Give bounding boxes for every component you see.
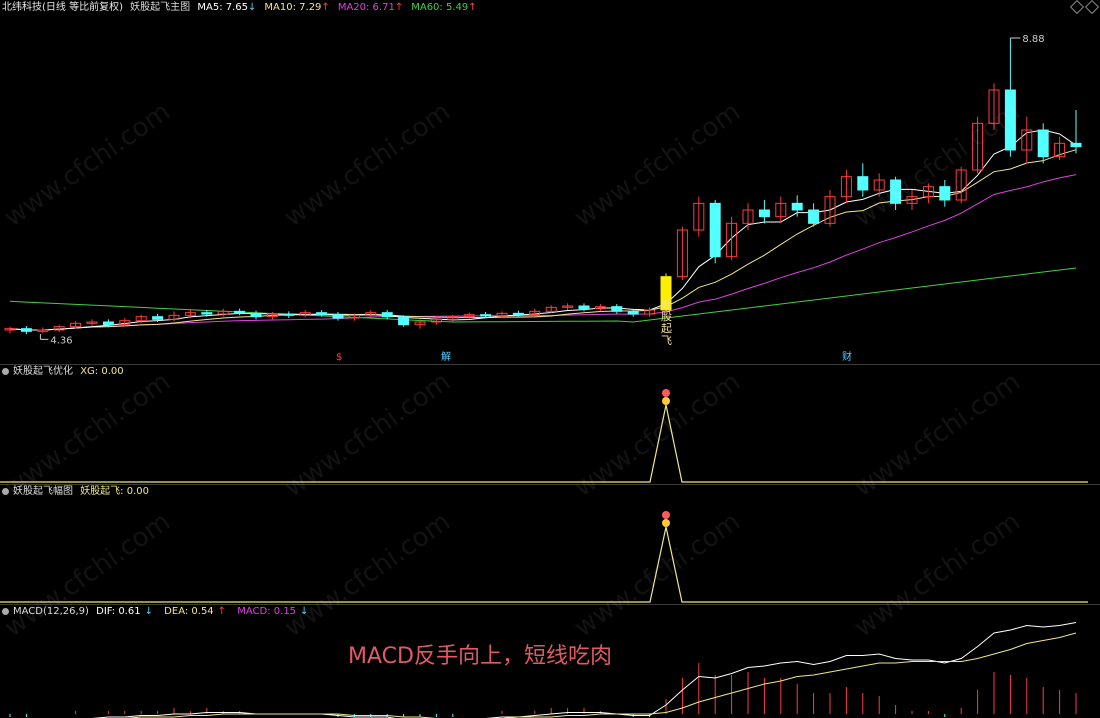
ma10-line (9, 149, 1077, 331)
candle-body (480, 314, 492, 317)
candle-body (578, 305, 590, 310)
signal-dot-icon (662, 389, 670, 397)
candle-body (332, 314, 344, 319)
signal-dot-icon (662, 519, 670, 527)
candle-body (201, 312, 213, 315)
signal-label-char: 飞 (661, 334, 672, 347)
candle-body (1004, 89, 1016, 151)
event-marker: 解 (441, 350, 451, 363)
candle-body (20, 328, 32, 332)
feiyan-signal-line (0, 526, 1088, 603)
candle-body (890, 179, 902, 204)
dif-line (75, 622, 1077, 718)
event-marker: $ (336, 352, 342, 363)
candle-body (381, 312, 393, 318)
candle-body (152, 316, 164, 320)
candle-body (709, 202, 721, 258)
high-price-label: 8.88 (1022, 34, 1044, 45)
event-marker: 财 (842, 350, 852, 363)
candle-body (283, 313, 295, 316)
candle-body (250, 312, 262, 318)
candle-body (939, 186, 951, 201)
candle-body (512, 312, 524, 316)
ma20-line (9, 174, 1077, 331)
chart-canvas[interactable]: 8.884.36妖股起飞$ 解财 (0, 0, 1100, 718)
candle-body (627, 310, 639, 315)
candle-body (791, 202, 803, 211)
candle-body (234, 310, 246, 314)
signal-dot-icon (662, 511, 670, 519)
candle-body (398, 316, 410, 326)
candle-body (857, 176, 869, 191)
candle-body (808, 209, 820, 224)
candle-body (316, 312, 328, 316)
candle-body (758, 209, 770, 218)
signal-label-char: 妖 (661, 297, 672, 311)
low-price-label: 4.36 (50, 335, 72, 346)
candle-body (1037, 129, 1049, 158)
caption-annotation: MACD反手向上，短线吃肉 (348, 644, 612, 669)
ma60-line (9, 267, 1077, 323)
candle-body (102, 321, 114, 326)
candle-body (1070, 142, 1082, 148)
signal-dot-icon (662, 397, 670, 405)
xg-signal-line (0, 404, 1088, 483)
candle-body (611, 306, 623, 312)
